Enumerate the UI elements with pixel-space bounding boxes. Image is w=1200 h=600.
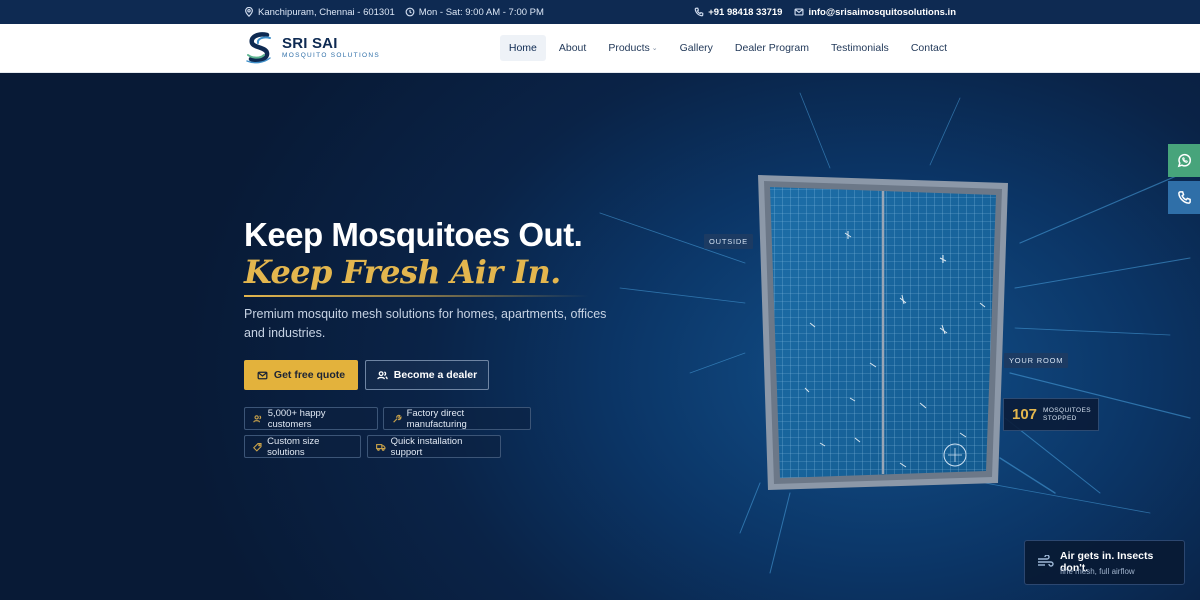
become-dealer-button[interactable]: Become a dealer [365,360,489,390]
phone-icon [694,7,704,17]
chevron-down-icon: ⌄ [651,45,658,52]
hours-info: Mon - Sat: 9:00 AM - 7:00 PM [405,7,544,18]
hero-title-accent: Keep Fresh Air In. [244,253,561,291]
wrench-icon [393,414,402,423]
mail-icon [794,8,804,16]
hours-text: Mon - Sat: 9:00 AM - 7:00 PM [418,6,544,18]
nav-contact-label: Contact [910,42,947,54]
phone-icon [1177,191,1191,204]
become-dealer-label: Become a dealer [393,369,478,381]
mesh-window-illustration [758,175,1008,490]
badge-quick-installation: Quick installation support [367,435,501,458]
outside-label: OUTSIDE [704,234,753,249]
users-icon [377,370,388,379]
badge-label: Factory direct manufacturing [406,407,467,430]
map-pin-icon [245,7,253,17]
badge-custom-size: Custom size solutions [244,435,361,458]
airflow-subtitle: fine mesh, full airflow [1060,567,1135,576]
main-nav: Home About Products ⌄ Gallery Dealer Prog… [499,35,956,61]
location-info: Kanchipuram, Chennai - 601301 [244,7,395,18]
stat-number: 107 [1012,406,1038,423]
location-text: Kanchipuram, Chennai - 601301 [258,6,395,18]
nav-dealer-program-label: Dealer Program [734,42,810,54]
nav-home[interactable]: Home [499,35,546,61]
email-link[interactable]: info@srisaimosquitosolutions.in [794,7,956,18]
hero-section: Keep Mosquitoes Out. Keep Fresh Air In. … [0,73,1200,600]
nav-products[interactable]: Products ⌄ [599,35,666,61]
badge-label: 5,000+ happy customers [267,407,326,430]
badge-factory-direct: Factory direct manufacturing [383,407,531,430]
brand-name: SRI SAI [282,35,338,52]
brand-logo[interactable]: SRI SAI MOSQUITO SOLUTIONS [244,31,380,65]
mail-icon [257,371,268,379]
whatsapp-button[interactable] [1168,144,1200,177]
call-button[interactable] [1168,181,1200,214]
badge-happy-customers: 5,000+ happy customers [244,407,378,430]
get-free-quote-button[interactable]: Get free quote [244,360,358,390]
nav-contact[interactable]: Contact [902,35,956,61]
email-text: info@srisaimosquitosolutions.in [808,6,956,18]
nav-home-label: Home [508,42,537,54]
your-room-label: YOUR ROOM [1004,353,1069,368]
phone-text: +91 98418 33719 [708,6,783,18]
badge-label: Custom size solutions [267,435,320,458]
wind-icon [1038,555,1054,567]
badge-label: Quick installation support [390,435,463,458]
nav-gallery-label: Gallery [679,42,713,54]
get-free-quote-label: Get free quote [273,369,346,381]
hero-title: Keep Mosquitoes Out. [244,216,583,253]
top-info-bar: Kanchipuram, Chennai - 601301 Mon - Sat:… [0,0,1200,24]
whatsapp-icon [1177,153,1191,168]
nav-about-label: About [558,42,587,54]
users-icon [253,414,262,422]
title-underline [244,295,589,297]
tag-icon [253,442,262,452]
brand-tagline: MOSQUITO SOLUTIONS [282,52,381,59]
stat-label: MOSQUITOES STOPPED [1043,407,1091,422]
nav-testimonials-label: Testimonials [831,42,889,54]
logo-mark-icon [246,32,271,64]
mosquitoes-stopped-counter: 107 MOSQUITOES STOPPED [1003,398,1099,431]
nav-gallery[interactable]: Gallery [671,35,722,61]
clock-icon [405,7,415,17]
nav-dealer-program[interactable]: Dealer Program [726,35,818,61]
nav-products-label: Products [608,42,650,54]
phone-link[interactable]: +91 98418 33719 [694,7,782,18]
nav-about[interactable]: About [550,35,595,61]
truck-icon [376,443,386,451]
hero-description: Premium mosquito mesh solutions for home… [244,307,607,340]
site-header: SRI SAI MOSQUITO SOLUTIONS Home About Pr… [0,24,1200,73]
airflow-info-card: Air gets in. Insects don't. fine mesh, f… [1024,540,1185,585]
nav-testimonials[interactable]: Testimonials [822,35,898,61]
